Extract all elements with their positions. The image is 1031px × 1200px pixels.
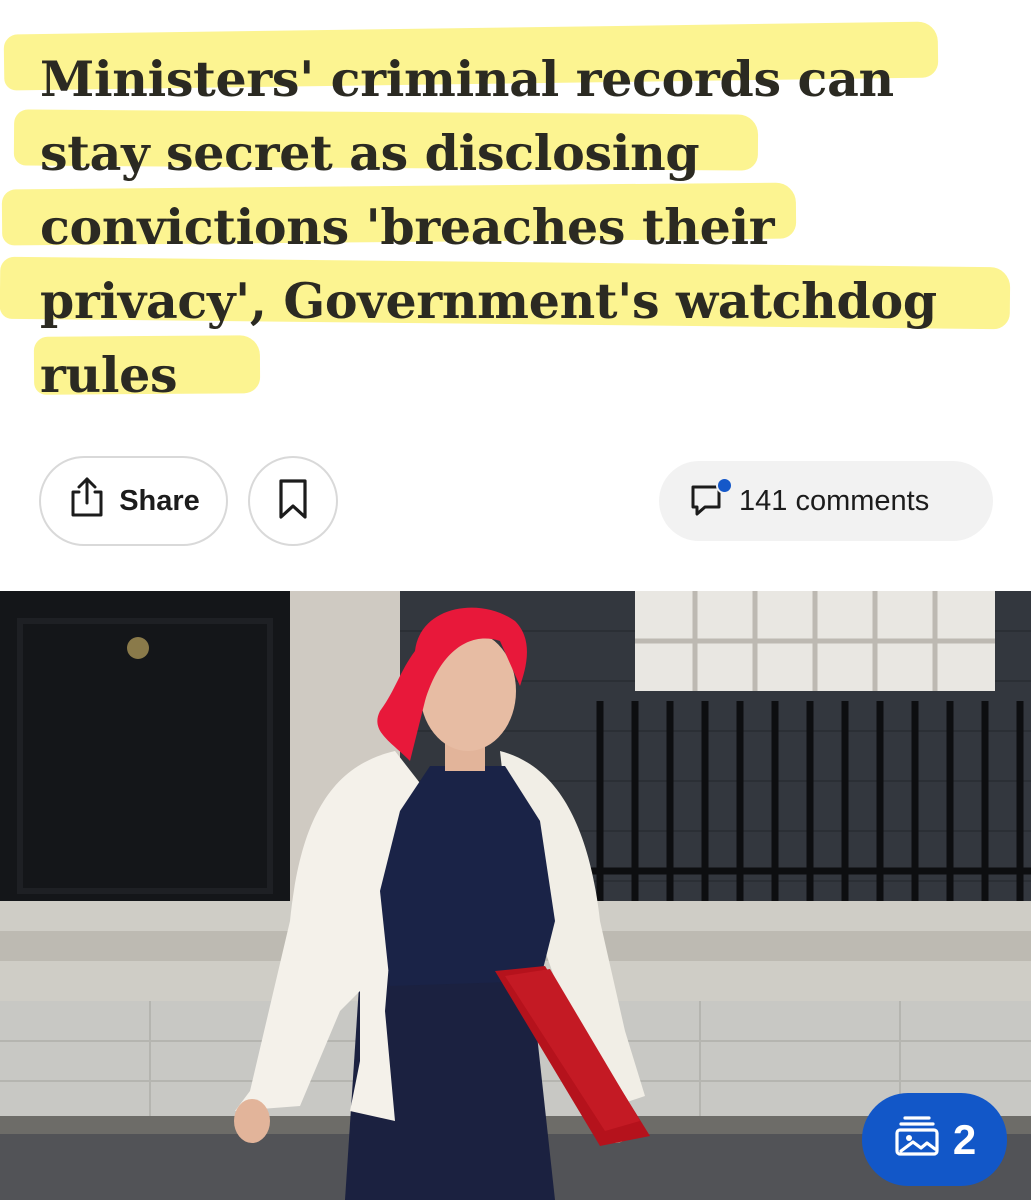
share-label: Share <box>119 484 200 517</box>
headline-line: stay secret as disclosing <box>40 124 700 182</box>
headline-line: convictions 'breaches their <box>40 198 775 256</box>
headline-line: rules <box>40 346 178 404</box>
comments-label: 141 comments <box>739 484 930 517</box>
comments-button[interactable]: 141 comments <box>659 461 993 541</box>
headline-section: Ministers' criminal records can stay sec… <box>0 0 1031 420</box>
share-button[interactable]: Share <box>39 456 228 546</box>
gallery-count-button[interactable]: 2 <box>862 1093 1007 1186</box>
photo-stack-icon <box>893 1113 941 1167</box>
notification-dot <box>716 477 733 494</box>
article-headline: Ministers' criminal records can stay sec… <box>40 42 1000 412</box>
comment-bubble-icon <box>689 477 733 521</box>
gallery-count: 2 <box>952 1115 977 1163</box>
headline-line: privacy', Government's watchdog <box>40 272 937 330</box>
headline-line: Ministers' criminal records can <box>40 50 894 108</box>
share-icon <box>67 476 107 526</box>
bookmark-button[interactable] <box>248 456 338 546</box>
bookmark-icon <box>278 478 308 525</box>
